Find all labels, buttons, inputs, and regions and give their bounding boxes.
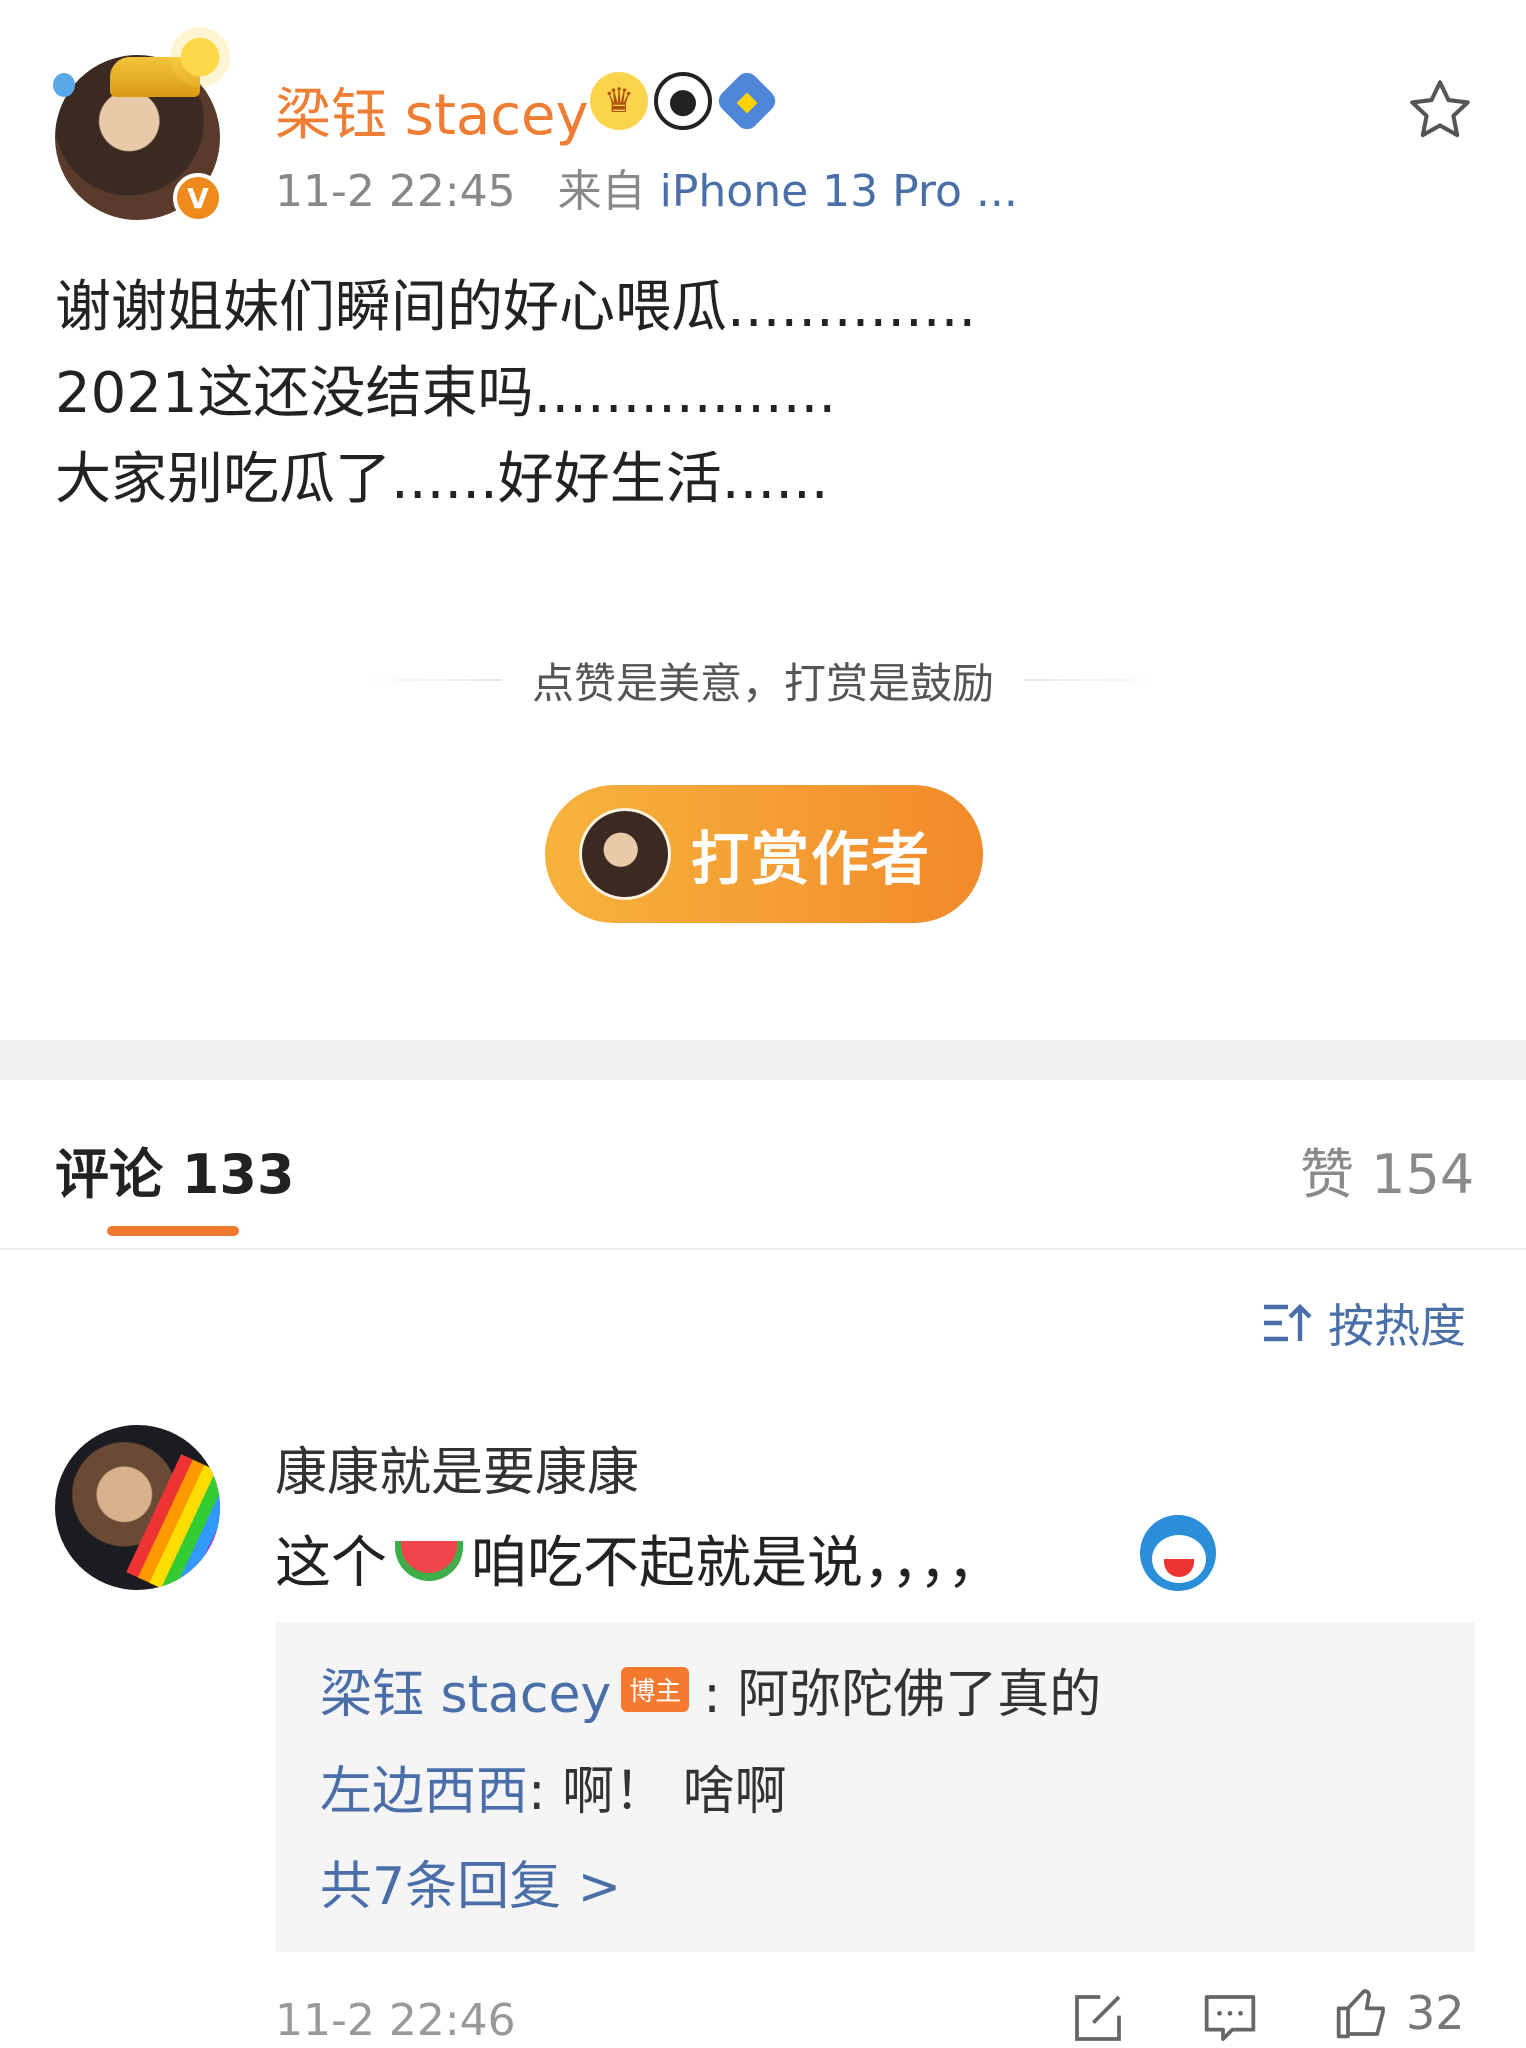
tab-active-indicator [107,1226,239,1236]
comment-text-before: 这个 [275,1531,387,1596]
post-meta: 11-2 22:45 来自 iPhone 13 Pro ... [275,155,1018,219]
tab-likes[interactable]: 赞 154 [1300,1130,1474,1209]
reply-author[interactable]: 梁钰 stacey [320,1652,611,1727]
divider-right [1024,679,1164,681]
like-button[interactable]: 32 [1334,1985,1465,2041]
post-body: 谢谢姐妹们瞬间的好心喂瓜.............. 2021这还没结束吗...… [55,275,977,512]
tip-label: 打赏作者 [691,825,932,893]
reply-item[interactable]: 左边西西 : 啊！ 啥啊 [320,1749,787,1824]
doraemon-icon [1140,1515,1216,1591]
source-prefix: 来自 [557,166,646,217]
watermelon-icon [391,1531,467,1587]
commenter-avatar[interactable] [55,1425,220,1590]
author-name[interactable]: 梁钰 stacey [275,70,589,151]
rainbow-decoration [126,1454,220,1590]
sort-button[interactable]: 按热度 [1262,1290,1466,1356]
balloon-icon [53,73,75,97]
tab-comments[interactable]: 评论 133 [55,1130,295,1209]
reply-text: : 阿弥陀佛了真的 [703,1665,1102,1725]
comment-time: 11-2 22:46 [275,1995,516,2046]
post-time: 11-2 22:45 [275,166,516,217]
shield-icon[interactable]: ◆ [714,68,780,134]
author-badges: ♛ ● ◆ [590,68,780,134]
comment-text: 这个 咱吃不起就是说，，，， [275,1518,1003,1599]
tabs-divider [0,1248,1526,1250]
sort-label: 按热度 [1328,1299,1466,1353]
verified-badge: V [173,173,223,223]
like-count: 32 [1406,1986,1465,2040]
section-divider [0,1040,1526,1080]
share-icon[interactable] [1070,1990,1126,2046]
comment-text-after: 咱吃不起就是说，，，， [471,1531,1003,1596]
sun-icon [170,27,230,87]
more-replies-link[interactable]: 共7条回复 > [320,1844,621,1919]
reward-slogan-row: 点赞是美意，打赏是鼓励 [0,655,1526,708]
reply-text: : 啊！ 啥啊 [528,1762,787,1822]
reply-author[interactable]: 左边西西 [320,1749,528,1824]
tip-author-button[interactable]: 打赏作者 [545,785,983,923]
author-avatar[interactable]: V [53,27,230,223]
crown-icon[interactable]: ♛ [590,72,648,130]
sort-icon [1264,1303,1312,1342]
divider-left [361,679,502,681]
tip-avatar [579,808,671,900]
panda-icon[interactable]: ● [654,72,712,130]
reward-slogan: 点赞是美意，打赏是鼓励 [531,658,994,708]
thumbs-up-icon [1336,1989,1385,2039]
favorite-star-icon[interactable] [1405,75,1475,145]
post-source[interactable]: iPhone 13 Pro ... [660,166,1018,217]
host-tag: 博主 [621,1667,690,1712]
reply-item[interactable]: 梁钰 stacey 博主 : 阿弥陀佛了真的 [320,1652,1101,1727]
commenter-name[interactable]: 康康就是要康康 [275,1430,639,1505]
comment-icon[interactable] [1202,1990,1258,2046]
replies-box[interactable]: 梁钰 stacey 博主 : 阿弥陀佛了真的 左边西西 : 啊！ 啥啊 共7条回… [275,1622,1475,1952]
